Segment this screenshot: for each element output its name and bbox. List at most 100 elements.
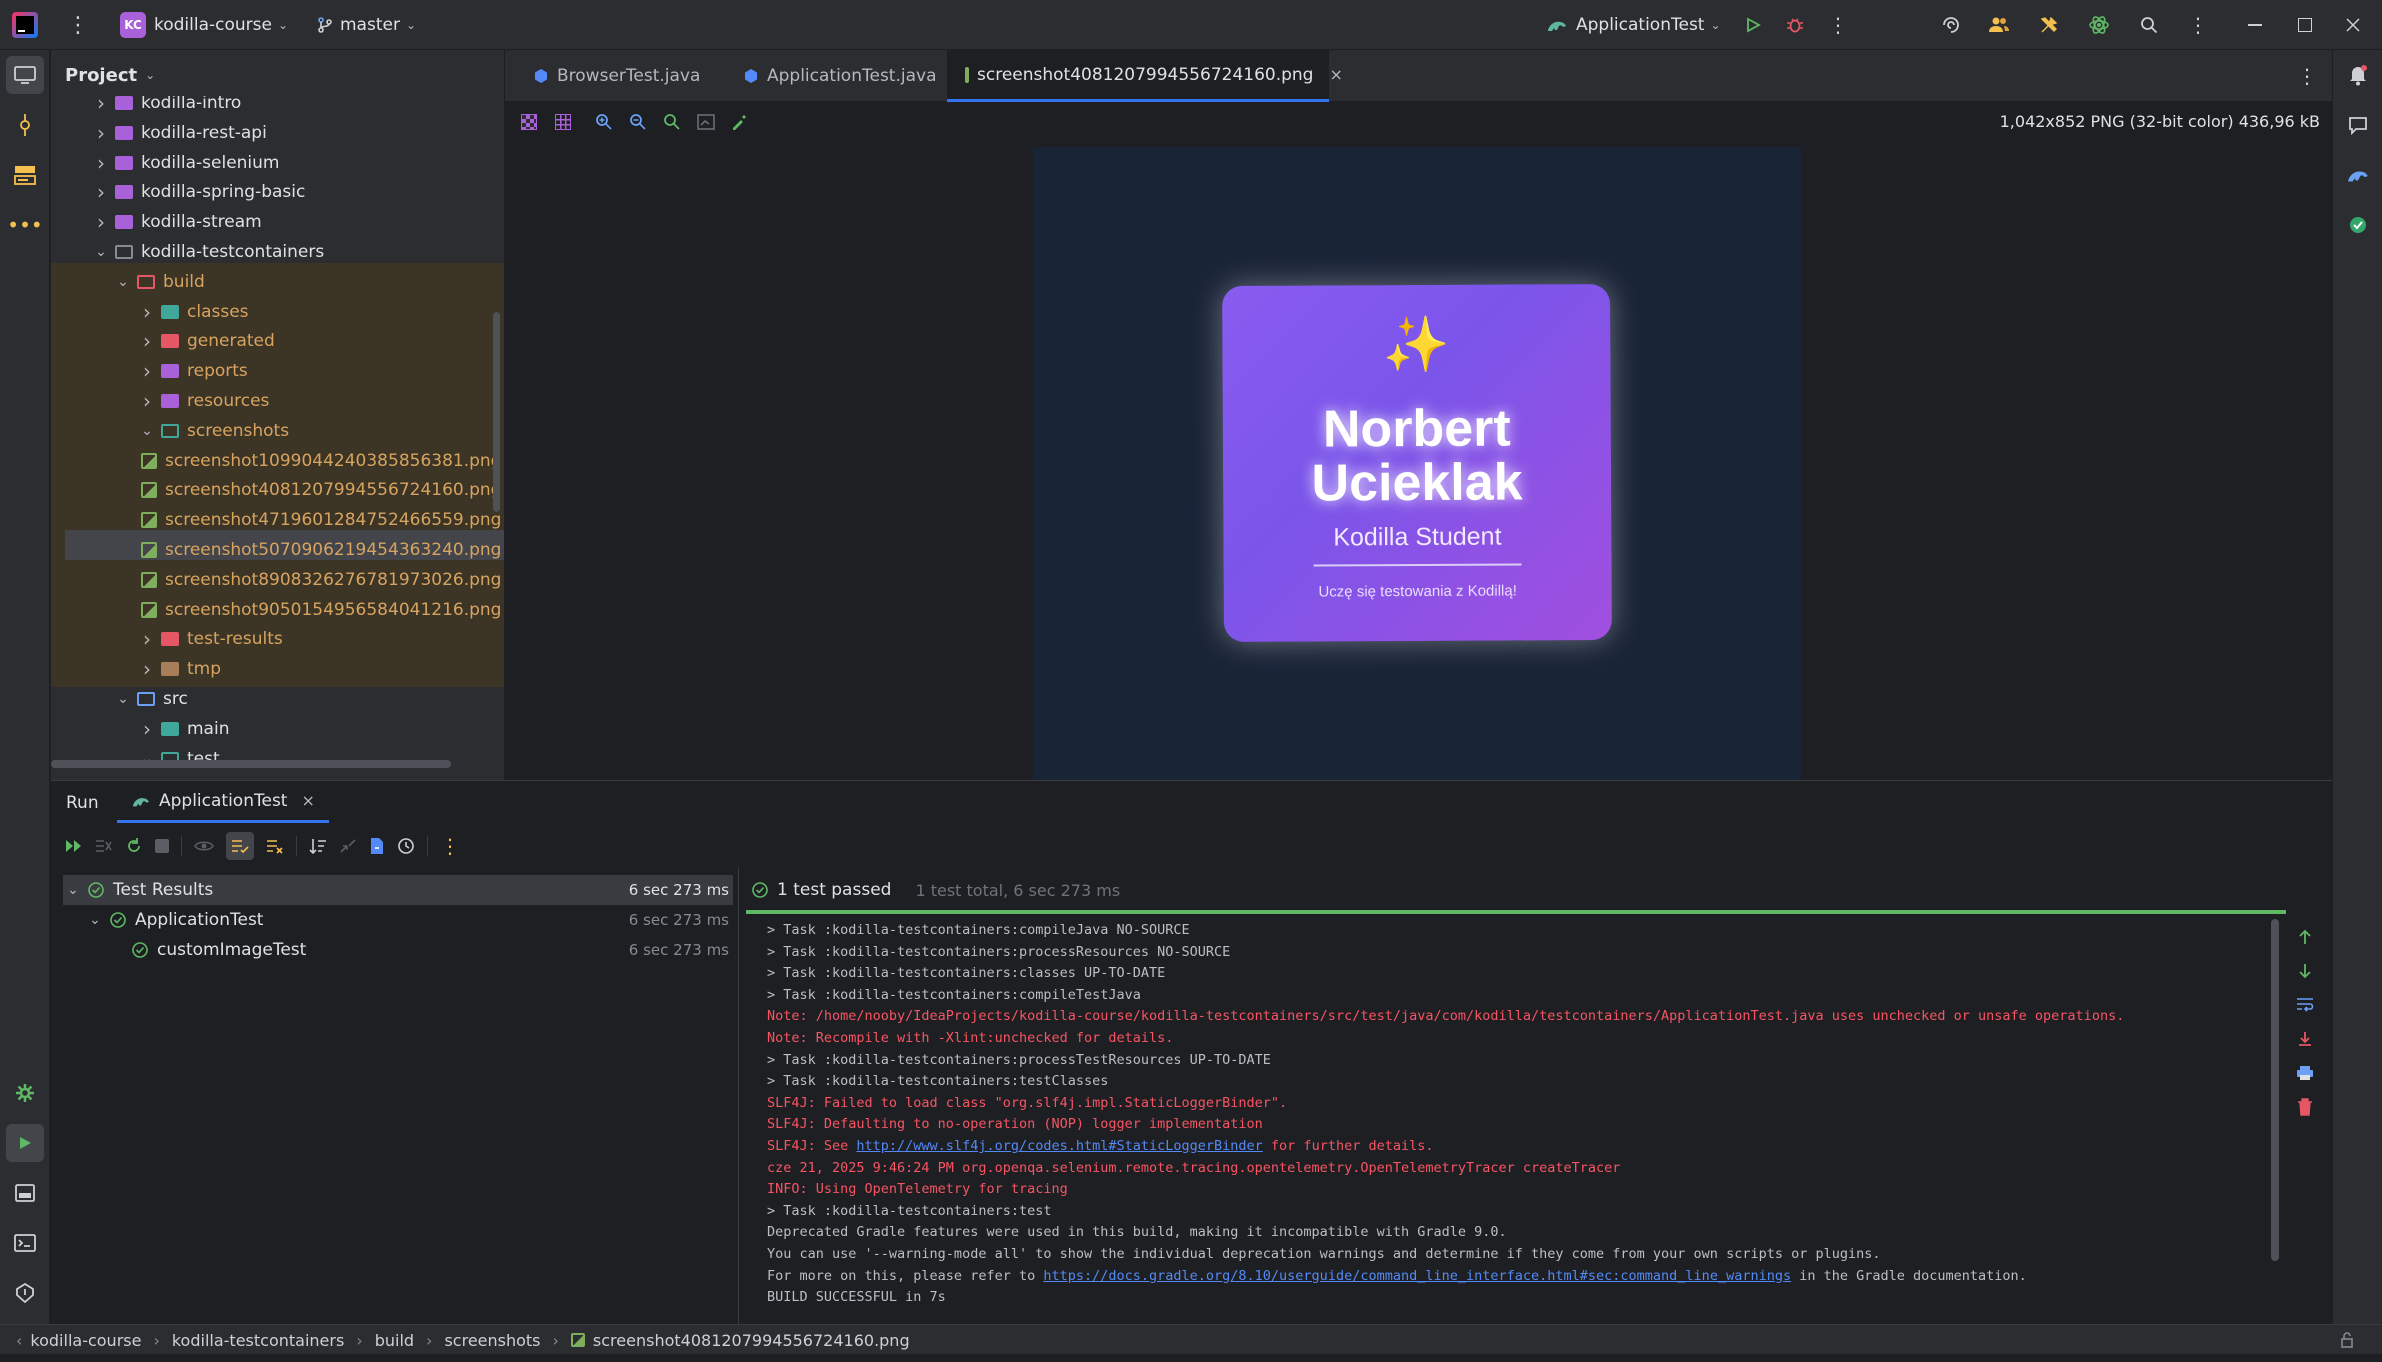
code-with-me-icon[interactable] [1938, 12, 1964, 38]
console-scrollbar[interactable] [2271, 919, 2279, 1261]
chevron-down-icon[interactable]: ⌄ [113, 272, 133, 292]
chevron-right-icon[interactable]: › [137, 359, 157, 383]
database-icon[interactable] [6, 1174, 44, 1212]
collapse-icon[interactable] [339, 838, 357, 854]
run-config-selector[interactable]: ApplicationTest ⌄ [1546, 10, 1721, 40]
zoom-in-icon[interactable] [595, 113, 613, 131]
clear-all-icon[interactable] [2291, 1093, 2319, 1121]
copilot-icon[interactable] [2339, 206, 2377, 244]
notifications-icon[interactable] [2339, 56, 2377, 94]
gradle-tool-icon[interactable] [2339, 156, 2377, 194]
structure-icon[interactable] [6, 156, 44, 194]
console-link[interactable]: https://docs.gradle.org/8.10/userguide/c… [1043, 1268, 1791, 1284]
tree-module-row[interactable]: › kodilla-intro [91, 96, 241, 118]
search-icon[interactable] [2136, 12, 2162, 38]
tree-row-custom-image-test[interactable]: customImageTest 6 sec 273 ms [131, 935, 733, 965]
tree-module-row[interactable]: ⌄ kodilla-testcontainers [91, 237, 324, 267]
close-icon[interactable] [2340, 12, 2366, 38]
fit-zoom-icon[interactable] [697, 114, 715, 130]
chevron-right-icon[interactable]: › [91, 151, 111, 175]
project-panel-header[interactable]: Project ⌄ [65, 62, 155, 88]
more-tools-icon[interactable]: ••• [6, 206, 44, 244]
chevron-right-icon[interactable]: › [137, 329, 157, 353]
rerun-failed-icon[interactable] [65, 838, 83, 854]
tree-module-row[interactable]: › kodilla-stream [91, 207, 262, 237]
terminal-icon[interactable] [6, 1224, 44, 1262]
tree-file-row[interactable]: screenshot8908326276781973026.png [141, 565, 501, 595]
project-switcher[interactable]: KC kodilla-course ⌄ [120, 10, 288, 40]
close-tab-icon[interactable]: × [1329, 65, 1342, 84]
problems-icon[interactable] [6, 1274, 44, 1312]
tree-folder-row[interactable]: › resources [137, 386, 269, 416]
tree-folder-row[interactable]: › main [137, 714, 229, 744]
tree-folder-row[interactable]: › tmp [137, 654, 221, 684]
tree-folder-row[interactable]: ⌄ screenshots [137, 416, 289, 446]
chevron-right-icon[interactable]: › [91, 180, 111, 204]
console-output[interactable]: > Task :kodilla-testcontainers:compileJa… [767, 916, 2277, 1316]
chevron-down-icon[interactable]: ⌄ [137, 421, 157, 441]
settings-menu-icon[interactable]: ⋮ [2186, 12, 2210, 38]
tree-module-row[interactable]: › kodilla-spring-basic [91, 177, 305, 207]
chevron-down-icon[interactable]: ⌄ [91, 242, 111, 262]
debug-icon[interactable] [1782, 12, 1808, 38]
more-actions-icon[interactable]: ⋮ [1826, 12, 1850, 38]
scroll-to-end-icon[interactable] [2291, 1025, 2319, 1053]
tab-screenshot-png[interactable]: screenshot4081207994556724160.png × [947, 50, 1343, 102]
scroll-down-icon[interactable] [2291, 957, 2319, 985]
lock-icon[interactable] [2336, 1329, 2358, 1351]
run-tool-icon[interactable] [6, 1124, 44, 1162]
show-passed-icon[interactable] [194, 839, 214, 853]
tree-folder-row[interactable]: ⌄ build [113, 267, 205, 297]
tree-file-row[interactable]: screenshot4081207994556724160.png [141, 475, 501, 505]
intellij-logo-icon[interactable] [12, 12, 38, 38]
project-tool-icon[interactable] [6, 56, 44, 94]
breadcrumb-item[interactable]: screenshot4081207994556724160.png [593, 1331, 910, 1350]
ai-chat-icon[interactable] [2339, 106, 2377, 144]
run-panel-splitter[interactable] [738, 867, 739, 1325]
tree-module-row[interactable]: › kodilla-selenium [91, 148, 279, 178]
sort-icon[interactable] [309, 838, 327, 854]
ai-assistant-icon[interactable] [2086, 12, 2112, 38]
collaboration-icon[interactable] [1986, 12, 2012, 38]
history-icon[interactable] [397, 837, 415, 855]
chevron-right-icon[interactable]: › [91, 210, 111, 234]
chevron-down-icon[interactable]: ⌄ [113, 689, 133, 709]
breadcrumb-item[interactable]: build [375, 1331, 414, 1350]
breadcrumb-item[interactable]: screenshots [444, 1331, 540, 1350]
chevron-right-icon[interactable]: › [137, 627, 157, 651]
main-menu-icon[interactable]: ⋮ [66, 12, 90, 38]
scroll-up-icon[interactable] [2291, 923, 2319, 951]
tree-file-row[interactable]: screenshot9050154956584041216.png [141, 595, 501, 625]
build-tools-icon[interactable] [2036, 12, 2062, 38]
tree-folder-row[interactable]: › classes [137, 297, 249, 327]
zoom-out-icon[interactable] [629, 113, 647, 131]
run-tab-application-test[interactable]: ApplicationTest × [117, 781, 329, 823]
image-canvas[interactable]: ✨ Norbert Ucieklak Kodilla Student Uczę … [1033, 147, 1801, 780]
vcs-branch-widget[interactable]: master ⌄ [316, 10, 416, 40]
export-icon[interactable] [369, 837, 385, 855]
filter-ignored-icon[interactable] [266, 838, 284, 854]
commit-icon[interactable] [6, 106, 44, 144]
print-icon[interactable] [2291, 1059, 2319, 1087]
chevron-right-icon[interactable]: › [91, 121, 111, 145]
close-tab-icon[interactable]: × [301, 791, 314, 810]
console-link[interactable]: http://www.slf4j.org/codes.html#StaticLo… [856, 1138, 1262, 1154]
breadcrumb-item[interactable]: kodilla-testcontainers [172, 1331, 344, 1350]
more-run-actions-icon[interactable]: ⋮ [440, 834, 460, 858]
services-icon[interactable] [6, 1074, 44, 1112]
tree-folder-row[interactable]: › reports [137, 356, 248, 386]
chevron-right-icon[interactable]: › [137, 389, 157, 413]
maximize-icon[interactable] [2292, 12, 2318, 38]
tab-browser-test[interactable]: BrowserTest.java [515, 50, 718, 102]
tree-row-test-results[interactable]: ⌄ Test Results 6 sec 273 ms [63, 875, 733, 905]
tree-horizontal-scrollbar[interactable] [51, 760, 451, 768]
color-picker-icon[interactable] [731, 114, 747, 130]
tree-folder-row[interactable]: › generated [137, 326, 275, 356]
show-ignored-toggle[interactable] [226, 832, 254, 860]
chevron-right-icon[interactable]: › [137, 300, 157, 324]
chevron-right-icon[interactable]: › [137, 717, 157, 741]
tree-file-row[interactable]: screenshot4719601284752466559.png [141, 505, 501, 535]
actual-size-icon[interactable] [663, 113, 681, 131]
tree-vertical-scrollbar[interactable] [493, 312, 500, 512]
minimize-icon[interactable] [2242, 12, 2268, 38]
